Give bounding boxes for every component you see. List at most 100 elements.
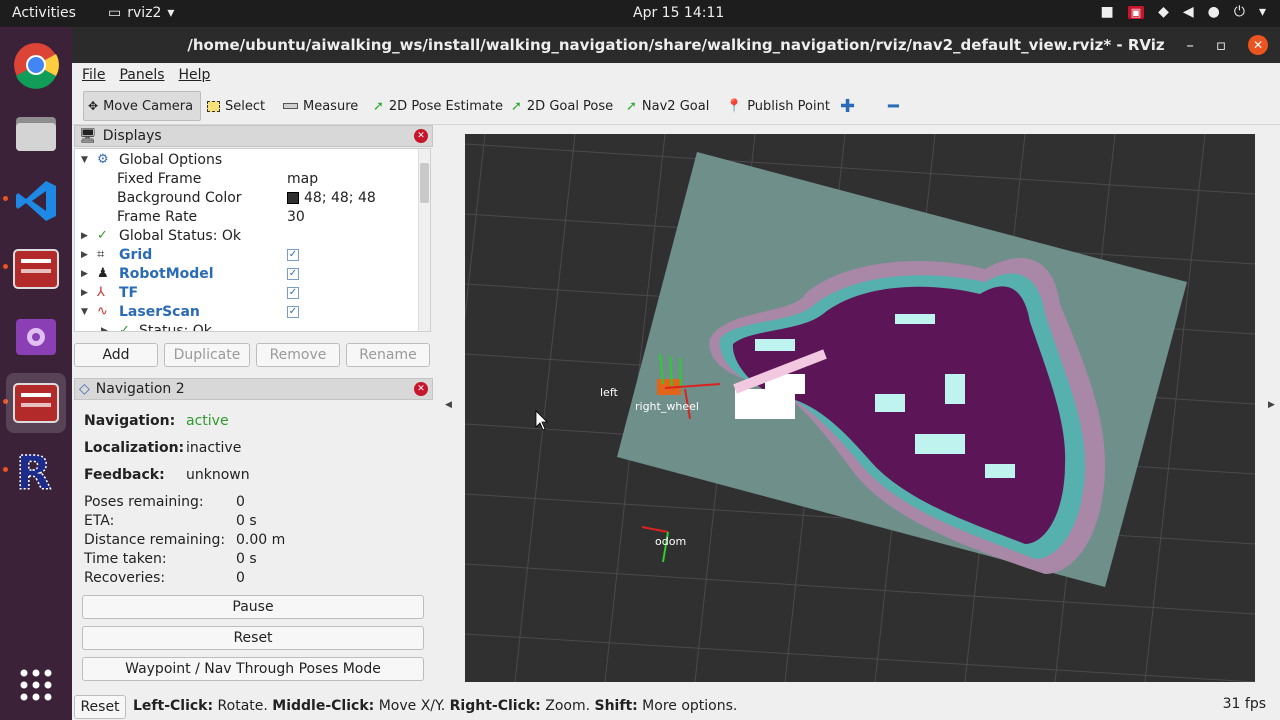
terminal-icon <box>13 249 59 289</box>
laser-scan-checkbox[interactable]: ✓ <box>287 305 299 318</box>
tree-row-global-status[interactable]: ▶ ✓ Global Status: Ok <box>75 226 420 245</box>
clock[interactable]: Apr 15 14:11 <box>633 5 724 21</box>
dock-item-vscode[interactable] <box>6 171 66 231</box>
close-displays-icon[interactable]: ✕ <box>414 129 428 143</box>
minus-icon: ━ <box>888 95 899 117</box>
collapsed-arrow-icon[interactable]: ▶ <box>81 250 88 260</box>
dock-item-rviz[interactable]: R <box>6 441 66 501</box>
dock-item-files[interactable] <box>6 103 66 163</box>
robot-model-checkbox[interactable]: ✓ <box>287 267 299 280</box>
record-icon[interactable]: ▣ <box>1127 5 1145 19</box>
publish-point-label: Publish Point <box>747 98 830 114</box>
nav2-panel-header: ◇ Navigation 2 ✕ <box>74 378 433 400</box>
measure-label: Measure <box>303 98 359 114</box>
camera-icon[interactable]: ■ <box>1100 4 1113 20</box>
displays-tree[interactable]: ▼ ⚙ Global Options Fixed Frame map Backg… <box>74 148 431 332</box>
activities-button[interactable]: Activities <box>12 5 76 21</box>
check-icon: ✓ <box>119 323 130 332</box>
tree-row-tf[interactable]: ▶ ⅄ TF ✓ <box>75 283 420 302</box>
expanded-arrow-icon[interactable]: ▼ <box>81 307 88 317</box>
tree-row-global-options[interactable]: ▼ ⚙ Global Options <box>75 150 420 169</box>
laser-scan-icon: ∿ <box>97 304 108 319</box>
dock-item-chrome[interactable] <box>6 35 66 95</box>
tree-row-frame-rate[interactable]: Frame Rate 30 <box>75 207 420 226</box>
collapse-left-arrow-icon[interactable]: ◀ <box>445 400 452 410</box>
app-menu[interactable]: ▭ rviz2 ▾ <box>108 5 174 21</box>
displays-scrollbar[interactable] <box>418 149 430 331</box>
robot-icon: ♟ <box>97 266 109 281</box>
check-icon: ✓ <box>97 228 108 243</box>
menu-panels[interactable]: Panels <box>119 67 164 83</box>
tree-row-background-color[interactable]: Background Color 48; 48; 48 <box>75 188 420 207</box>
tree-row-grid[interactable]: ▶ ⌗ Grid ✓ <box>75 245 420 264</box>
system-tray[interactable]: ■ ▣ ◆ ◀ ● ⏻ ▾ <box>1100 4 1266 20</box>
background-color-value[interactable]: 48; 48; 48 <box>287 190 376 206</box>
dock-item-terminal[interactable] <box>6 239 66 299</box>
dock: R <box>0 27 72 720</box>
frame-rate-value[interactable]: 30 <box>287 209 305 225</box>
collapsed-arrow-icon[interactable]: ▶ <box>81 288 88 298</box>
duplicate-display-button[interactable]: Duplicate <box>164 343 250 367</box>
wifi-icon[interactable]: ◆ <box>1158 4 1169 20</box>
grid-checkbox[interactable]: ✓ <box>287 248 299 261</box>
add-display-button[interactable]: Add <box>74 343 158 367</box>
collapse-right-arrow-icon[interactable]: ▶ <box>1268 400 1275 410</box>
dock-item-terminal-2[interactable] <box>6 373 66 433</box>
collapsed-arrow-icon[interactable]: ▶ <box>101 326 108 332</box>
tree-row-fixed-frame[interactable]: Fixed Frame map <box>75 169 420 188</box>
waypoint-mode-button[interactable]: Waypoint / Nav Through Poses Mode <box>82 657 424 681</box>
rviz-window: /home/ubuntu/aiwalking_ws/install/walkin… <box>72 27 1280 720</box>
move-camera-icon: ✥ <box>88 99 99 113</box>
collapsed-arrow-icon[interactable]: ▶ <box>81 269 88 279</box>
remove-tool-button[interactable]: ━ <box>884 91 903 121</box>
window-title: /home/ubuntu/aiwalking_ws/install/walkin… <box>187 36 1165 54</box>
move-camera-tool[interactable]: ✥ Move Camera <box>83 91 201 121</box>
toolbar: ✥ Move Camera Select Measure ➚ 2D Pose E… <box>72 87 1280 125</box>
vscode-icon <box>16 181 56 221</box>
microphone-icon[interactable]: ● <box>1208 4 1220 20</box>
rviz-icon: R <box>15 447 52 495</box>
menubar: File Panels Help <box>72 63 1280 87</box>
fixed-frame-value[interactable]: map <box>287 171 318 187</box>
add-tool-button[interactable]: ✚ <box>836 91 859 121</box>
menu-help[interactable]: Help <box>179 67 211 83</box>
rename-display-button[interactable]: Rename <box>346 343 430 367</box>
tree-row-robot-model[interactable]: ▶ ♟ RobotModel ✓ <box>75 264 420 283</box>
expanded-arrow-icon[interactable]: ▼ <box>81 155 88 165</box>
frame-label-odom: odom <box>655 535 686 548</box>
tree-row-status-ok[interactable]: ▶ ✓ Status: Ok <box>75 321 420 332</box>
render-viewport[interactable]: left right_wheel odom <box>465 134 1255 682</box>
close-window-icon[interactable]: ✕ <box>1248 35 1268 55</box>
view-reset-button[interactable]: Reset <box>74 695 126 719</box>
remove-display-button[interactable]: Remove <box>256 343 340 367</box>
power-icon[interactable]: ⏻ <box>1234 4 1245 20</box>
minimize-icon[interactable]: – <box>1186 36 1194 54</box>
show-apps-button[interactable] <box>6 655 66 715</box>
nav2-goal-tool[interactable]: ➚ Nav2 Goal <box>622 91 713 121</box>
plus-icon: ✚ <box>840 95 856 117</box>
maximize-icon[interactable]: ▫ <box>1216 36 1226 54</box>
pose-estimate-label: 2D Pose Estimate <box>388 98 503 114</box>
grid-icon: ⌗ <box>97 247 105 262</box>
gnome-top-bar: Activities ▭ rviz2 ▾ Apr 15 14:11 ■ ▣ ◆ … <box>0 0 1280 27</box>
nav-reset-button[interactable]: Reset <box>82 626 424 650</box>
tree-row-laser-scan[interactable]: ▼ ∿ LaserScan ✓ <box>75 302 420 321</box>
video-icon <box>16 319 56 355</box>
close-nav2-icon[interactable]: ✕ <box>414 382 428 396</box>
publish-point-tool[interactable]: 📍 Publish Point <box>722 91 834 121</box>
select-tool[interactable]: Select <box>203 91 269 121</box>
tf-checkbox[interactable]: ✓ <box>287 286 299 299</box>
menu-file[interactable]: File <box>82 67 105 83</box>
svg-text:R: R <box>16 447 51 495</box>
volume-icon[interactable]: ◀ <box>1183 4 1194 20</box>
pose-estimate-tool[interactable]: ➚ 2D Pose Estimate <box>369 91 507 121</box>
displays-panel-header: 🖥 Displays ✕ <box>74 125 433 147</box>
measure-tool[interactable]: Measure <box>279 91 362 121</box>
collapsed-arrow-icon[interactable]: ▶ <box>81 231 88 241</box>
chevron-down-icon[interactable]: ▾ <box>1259 4 1266 20</box>
goal-pose-tool[interactable]: ➚ 2D Goal Pose <box>507 91 617 121</box>
mouse-cursor-icon <box>535 410 548 431</box>
dock-item-video[interactable] <box>6 307 66 367</box>
pause-button[interactable]: Pause <box>82 595 424 619</box>
window-titlebar[interactable]: /home/ubuntu/aiwalking_ws/install/walkin… <box>72 27 1280 63</box>
